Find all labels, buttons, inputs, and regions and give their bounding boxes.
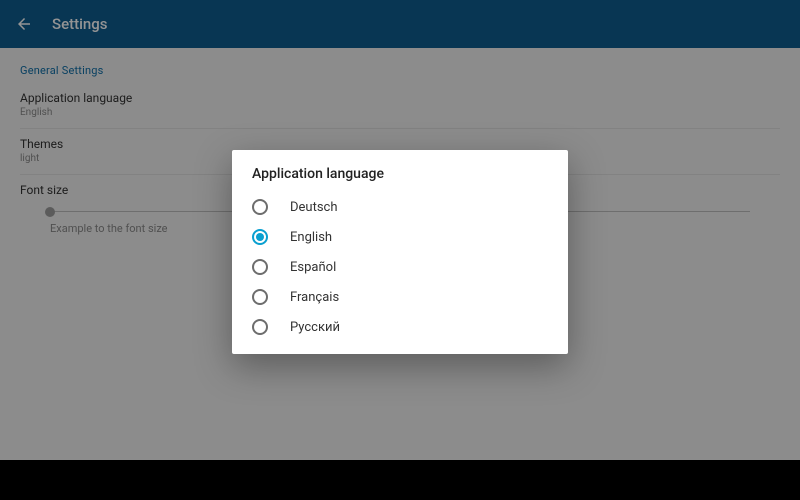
radio-icon [252,289,268,305]
radio-icon [252,259,268,275]
language-option-deutsch[interactable]: Deutsch [232,192,568,222]
dialog-title: Application language [232,166,568,192]
language-option-francais[interactable]: Français [232,282,568,312]
language-option-english[interactable]: English [232,222,568,252]
option-label: Deutsch [290,200,338,215]
option-label: Русский [290,320,340,335]
option-label: Français [290,290,339,305]
language-dialog: Application language Deutsch English Esp… [232,150,568,354]
modal-overlay[interactable]: Application language Deutsch English Esp… [0,0,800,460]
system-nav-bar [0,460,800,500]
radio-icon [252,229,268,245]
option-label: English [290,230,332,245]
language-option-espanol[interactable]: Español [232,252,568,282]
radio-icon [252,199,268,215]
radio-icon [252,319,268,335]
option-label: Español [290,260,336,275]
app-screen: Settings General Settings Application la… [0,0,800,460]
language-option-russian[interactable]: Русский [232,312,568,342]
